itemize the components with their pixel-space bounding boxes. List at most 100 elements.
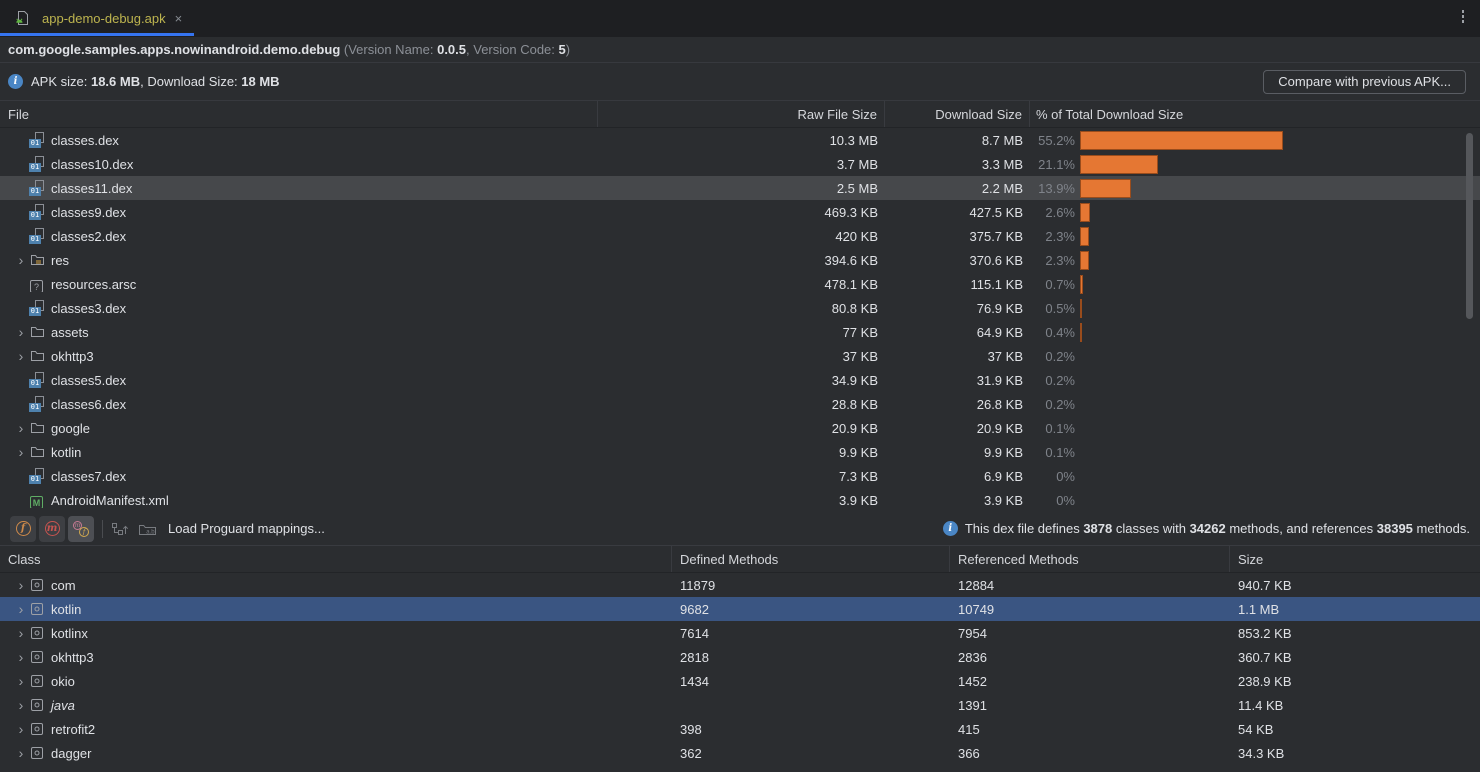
percent-value: 0.1%: [1030, 445, 1075, 460]
file-table-row[interactable]: ›okhttp337 KB37 KB0.2%: [0, 344, 1480, 368]
file-table-row[interactable]: ›google20.9 KB20.9 KB0.1%: [0, 416, 1480, 440]
file-table-row[interactable]: MAndroidManifest.xml3.9 KB3.9 KB0%: [0, 488, 1480, 512]
expand-chevron-icon[interactable]: ›: [13, 746, 29, 760]
raw-size-cell: 3.7 MB: [598, 157, 885, 172]
percent-cell: 0.2%: [1030, 344, 1480, 368]
class-table-row[interactable]: ›okio14341452238.9 KB: [0, 669, 1480, 693]
file-table-row[interactable]: ?resources.arsc478.1 KB115.1 KB0.7%: [0, 272, 1480, 296]
class-table-header: Class Defined Methods Referenced Methods…: [0, 546, 1480, 573]
dex-file-icon: 01: [29, 396, 46, 412]
class-name-cell: ›dagger: [0, 745, 672, 761]
file-table-row[interactable]: 01classes3.dex80.8 KB76.9 KB0.5%: [0, 296, 1480, 320]
percent-cell: 0.2%: [1030, 392, 1480, 416]
raw-size-cell: 394.6 KB: [598, 253, 885, 268]
file-table-row[interactable]: 01 classes7.dex 7.3 KB6.9 KB0%: [0, 464, 1480, 488]
class-table-row[interactable]: ›okhttp328182836360.7 KB: [0, 645, 1480, 669]
class-name: com: [51, 578, 76, 593]
expand-chevron-icon[interactable]: ›: [13, 349, 29, 363]
percent-cell: 0.4%: [1030, 320, 1480, 344]
package-icon: [29, 745, 46, 761]
dex-file-icon: 01: [29, 300, 46, 316]
raw-size-cell: 2.5 MB: [598, 181, 885, 196]
active-tab-indicator: [0, 33, 194, 36]
file-table-row[interactable]: 01classes10.dex3.7 MB3.3 MB21.1%: [0, 152, 1480, 176]
file-name-cell: 01classes10.dex: [0, 156, 598, 172]
class-table-row[interactable]: ›com1187912884940.7 KB: [0, 573, 1480, 597]
expand-chevron-icon[interactable]: ›: [13, 578, 29, 592]
show-fields-button[interactable]: f: [10, 516, 36, 542]
file-table-row[interactable]: 01classes.dex10.3 MB8.7 MB55.2%: [0, 128, 1480, 152]
close-icon[interactable]: ×: [175, 11, 183, 26]
file-table-row[interactable]: 01classes6.dex28.8 KB26.8 KB0.2%: [0, 392, 1480, 416]
show-referenced-button[interactable]: mf: [68, 516, 94, 542]
class-table-row[interactable]: ›retrofit239841554 KB: [0, 717, 1480, 741]
percent-value: 0%: [1030, 469, 1075, 484]
tab-apk-file[interactable]: app-demo-debug.apk ×: [0, 0, 194, 36]
referenced-methods-cell: 1452: [950, 674, 1230, 689]
defined-methods-cell: 1434: [672, 674, 950, 689]
class-table-row[interactable]: ›kotlin9682107491.1 MB: [0, 597, 1480, 621]
file-table-row[interactable]: ›assets77 KB64.9 KB0.4%: [0, 320, 1480, 344]
expand-chevron-icon[interactable]: ›: [13, 674, 29, 688]
class-table-row[interactable]: ›dagger36236634.3 KB: [0, 741, 1480, 765]
file-table-row[interactable]: 01classes11.dex2.5 MB2.2 MB13.9%: [0, 176, 1480, 200]
download-size-cell: 37 KB: [885, 349, 1030, 364]
expand-chevron-icon[interactable]: ›: [13, 421, 29, 435]
file-table-header: File Raw File Size Download Size % of To…: [0, 101, 1480, 128]
expand-chevron-icon[interactable]: ›: [13, 602, 29, 616]
expand-chevron-icon[interactable]: ›: [13, 650, 29, 664]
column-header-download-size[interactable]: Download Size: [885, 101, 1030, 127]
expand-chevron-icon[interactable]: ›: [13, 626, 29, 640]
column-header-size[interactable]: Size: [1230, 552, 1480, 567]
show-methods-button[interactable]: m: [39, 516, 65, 542]
vertical-scrollbar[interactable]: [1466, 133, 1473, 319]
column-header-percent[interactable]: % of Total Download Size: [1030, 107, 1480, 122]
expand-chevron-icon[interactable]: ›: [13, 722, 29, 736]
percent-value: 0.2%: [1030, 349, 1075, 364]
defined-methods-cell: 11879: [672, 578, 950, 593]
download-size-cell: 8.7 MB: [885, 133, 1030, 148]
raw-size-cell: 7.3 KB: [598, 469, 885, 484]
file-name: classes11.dex: [51, 181, 132, 196]
class-name: java: [51, 698, 75, 713]
more-options-icon[interactable]: [1462, 10, 1465, 23]
column-header-class[interactable]: Class: [0, 546, 672, 572]
defined-methods-cell: 2818: [672, 650, 950, 665]
download-percent-bar: [1080, 131, 1283, 150]
expand-chevron-icon[interactable]: ›: [13, 325, 29, 339]
column-header-file[interactable]: File: [0, 101, 598, 127]
file-table-row[interactable]: 01classes5.dex34.9 KB31.9 KB0.2%: [0, 368, 1480, 392]
file-name: classes7.dex: [51, 469, 126, 484]
percent-value: 0.2%: [1030, 397, 1075, 412]
column-header-referenced-methods[interactable]: Referenced Methods: [950, 546, 1230, 572]
column-header-defined-methods[interactable]: Defined Methods: [672, 546, 950, 572]
expand-chevron-icon[interactable]: ›: [13, 253, 29, 267]
file-name-cell: 01classes5.dex: [0, 372, 598, 388]
dex-info-text: iThis dex file defines 3878 classes with…: [943, 521, 1470, 536]
file-name-cell: 01classes2.dex: [0, 228, 598, 244]
file-table-row[interactable]: 01classes2.dex420 KB375.7 KB2.3%: [0, 224, 1480, 248]
deobfuscate-names-icon[interactable]: a.b: [138, 521, 157, 537]
expand-tree-icon[interactable]: [111, 521, 129, 537]
file-name: assets: [51, 325, 89, 340]
dex-file-icon: 01: [29, 372, 46, 388]
file-table-row[interactable]: 01classes9.dex469.3 KB427.5 KB2.6%: [0, 200, 1480, 224]
raw-size-cell: 469.3 KB: [598, 205, 885, 220]
file-table-row[interactable]: ›kotlin9.9 KB9.9 KB0.1%: [0, 440, 1480, 464]
dex-file-icon: 01: [29, 468, 46, 484]
class-table-row[interactable]: ›kotlinx76147954853.2 KB: [0, 621, 1480, 645]
download-size-cell: 115.1 KB: [885, 277, 1030, 292]
file-name-cell: 01classes3.dex: [0, 300, 598, 316]
version-name: 0.0.5: [437, 42, 466, 57]
download-size-cell: 31.9 KB: [885, 373, 1030, 388]
class-table-row[interactable]: ›java139111.4 KB: [0, 693, 1480, 717]
expand-chevron-icon[interactable]: ›: [13, 445, 29, 459]
editor-tab-bar: app-demo-debug.apk ×: [0, 0, 1480, 37]
file-table-row[interactable]: ›res394.6 KB370.6 KB2.3%: [0, 248, 1480, 272]
compare-apk-button[interactable]: Compare with previous APK...: [1263, 70, 1466, 94]
expand-chevron-icon[interactable]: ›: [13, 698, 29, 712]
file-name: google: [51, 421, 90, 436]
download-size-cell: 6.9 KB: [885, 469, 1030, 484]
download-percent-bar: [1080, 179, 1131, 198]
column-header-raw-size[interactable]: Raw File Size: [598, 101, 885, 127]
